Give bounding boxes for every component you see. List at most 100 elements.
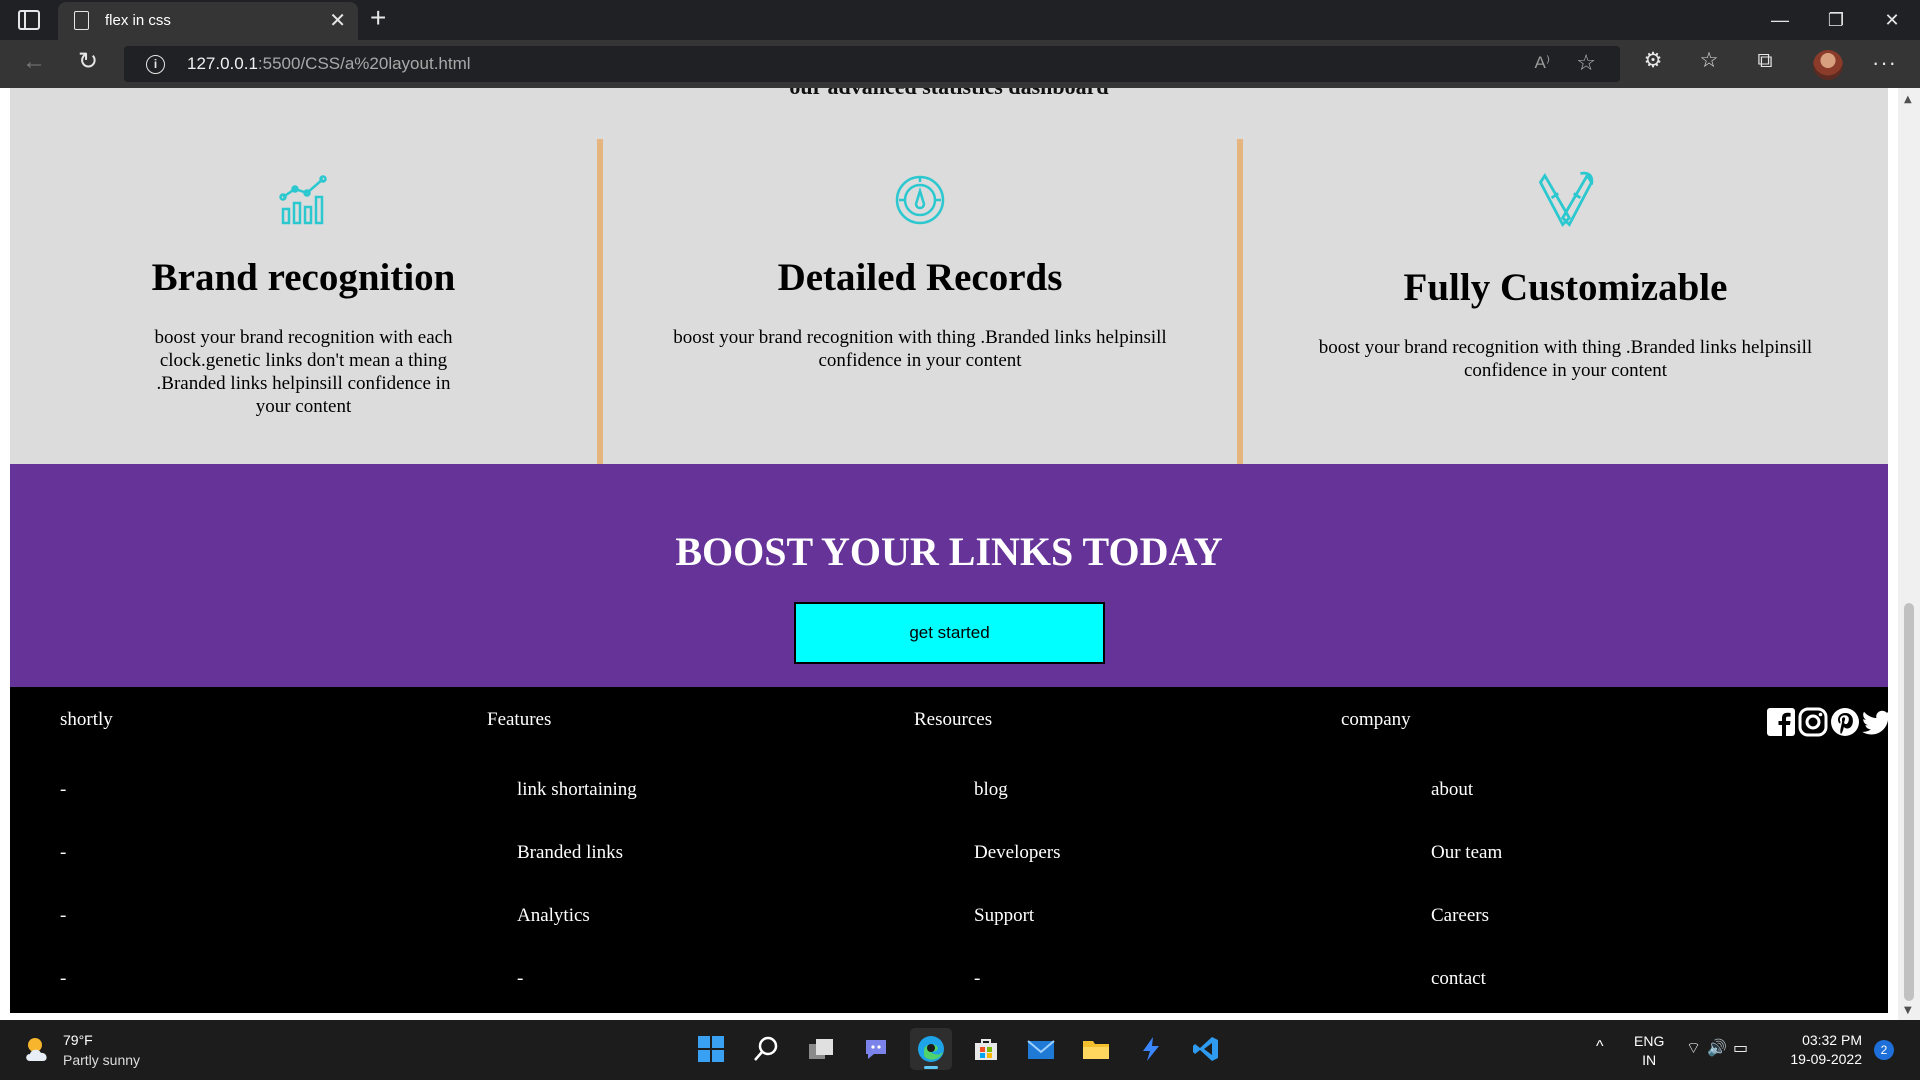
facebook-icon[interactable]: [1766, 707, 1796, 737]
store-icon: [975, 1039, 997, 1060]
chat-icon: [866, 1040, 886, 1059]
folder-icon: [1083, 1041, 1109, 1059]
window-controls: — ❐ ✕: [1752, 0, 1920, 40]
power-automate-button[interactable]: [1130, 1028, 1172, 1070]
collections-icon[interactable]: ⧉: [1752, 48, 1778, 73]
scroll-up-arrow-icon[interactable]: ▲: [1904, 94, 1912, 105]
tab-actions-icon[interactable]: [18, 10, 40, 30]
tab-title: flex in css: [105, 12, 171, 29]
taskbar-apps: [690, 1028, 1227, 1070]
footer-link[interactable]: -: [60, 842, 66, 864]
tab-close-button[interactable]: ✕: [329, 8, 346, 33]
footer-link[interactable]: -: [60, 905, 66, 927]
browser-tabbar: flex in css ✕ + — ❐ ✕: [0, 0, 1920, 40]
weather-description[interactable]: Partly sunny: [63, 1052, 140, 1068]
clock-time: 03:32 PM: [1802, 1032, 1862, 1048]
footer-heading-shortly[interactable]: shortly: [60, 709, 113, 731]
weather-temperature[interactable]: 79°F: [63, 1032, 93, 1048]
windows-icon: [698, 1036, 724, 1062]
partly-sunny-icon[interactable]: [22, 1034, 56, 1064]
footer-link[interactable]: Analytics: [517, 905, 590, 927]
profile-avatar[interactable]: [1813, 50, 1843, 80]
new-tab-button[interactable]: +: [370, 2, 386, 34]
task-view-button[interactable]: [800, 1028, 842, 1070]
footer-link[interactable]: Branded links: [517, 842, 623, 864]
footer-link[interactable]: -: [60, 779, 66, 801]
browser-tab[interactable]: flex in css ✕: [58, 2, 358, 40]
add-favorite-icon[interactable]: ☆: [1576, 51, 1596, 76]
instagram-icon[interactable]: [1798, 707, 1828, 737]
footer-heading-features[interactable]: Features: [487, 709, 551, 731]
teams-chat-button[interactable]: [855, 1028, 897, 1070]
footer-link[interactable]: -: [517, 968, 523, 990]
edge-browser-button[interactable]: [910, 1028, 952, 1070]
scroll-down-arrow-icon[interactable]: ▼: [1904, 1005, 1912, 1016]
read-aloud-icon[interactable]: A⁾: [1534, 53, 1550, 73]
mail-icon: [1027, 1040, 1055, 1059]
search-icon: [754, 1036, 778, 1061]
favorites-icon[interactable]: ☆: [1696, 48, 1722, 73]
back-icon[interactable]: ←: [22, 48, 46, 76]
pinterest-icon[interactable]: [1830, 707, 1860, 737]
vscode-icon: [1193, 1037, 1218, 1061]
footer-heading-resources[interactable]: Resources: [914, 709, 992, 731]
edge-icon: [918, 1036, 944, 1062]
page-scrollbar[interactable]: ▲ ▼: [1898, 88, 1920, 1020]
feature-title: Detailed Records: [777, 256, 1063, 299]
reload-icon[interactable]: ↻: [78, 47, 98, 75]
feature-card-fully-customizable: Fully Customizable boost your brand reco…: [1243, 139, 1888, 464]
extensions-icon[interactable]: ⚙: [1640, 48, 1666, 73]
site-info-icon[interactable]: i: [146, 55, 165, 74]
footer-link[interactable]: Support: [974, 905, 1034, 927]
social-links: [1766, 707, 1892, 737]
vscode-button[interactable]: [1185, 1028, 1227, 1070]
file-explorer-button[interactable]: [1075, 1028, 1117, 1070]
notification-badge[interactable]: 2: [1874, 1040, 1894, 1060]
section-subheading: our advanced statistics dashboard: [10, 88, 1888, 100]
footer-heading-company[interactable]: company: [1341, 709, 1411, 731]
footer-link[interactable]: blog: [974, 779, 1008, 801]
url-text[interactable]: 127.0.0.1:5500/CSS/a%20layout.html: [187, 54, 471, 74]
footer-link[interactable]: about: [1431, 779, 1473, 801]
system-clock[interactable]: 03:32 PM 19-09-2022: [1784, 1031, 1862, 1069]
task-view-icon: [809, 1039, 833, 1059]
pen-brush-icon: [1538, 171, 1593, 227]
page-icon: [74, 11, 89, 30]
os-taskbar: 79°F Partly sunny ^ ENG IN ⌔🔊▭ 03:32 PM …: [0, 1020, 1920, 1080]
close-window-button[interactable]: ✕: [1864, 0, 1920, 40]
toolbar-icons: ⚙ ☆ ⧉: [1640, 48, 1778, 73]
system-tray-icons[interactable]: ⌔🔊▭: [1686, 1038, 1754, 1058]
chevron-up-icon[interactable]: ^: [1596, 1038, 1604, 1056]
gauge-icon: [895, 175, 945, 225]
address-bar[interactable]: i 127.0.0.1:5500/CSS/a%20layout.html A⁾ …: [124, 46, 1620, 82]
boost-section: BOOST YOUR LINKS TODAY get started: [10, 464, 1888, 687]
start-button[interactable]: [690, 1028, 732, 1070]
feature-title: Fully Customizable: [1403, 266, 1728, 309]
footer-link[interactable]: Careers: [1431, 905, 1489, 927]
feature-text: boost your brand recognition with thing …: [1318, 337, 1813, 381]
get-started-button[interactable]: get started: [794, 602, 1105, 664]
twitter-icon[interactable]: [1862, 707, 1892, 737]
store-button[interactable]: [965, 1028, 1007, 1070]
search-button[interactable]: [745, 1028, 787, 1070]
footer-link[interactable]: Developers: [974, 842, 1061, 864]
footer-link[interactable]: -: [974, 968, 980, 990]
browser-toolbar: ← ↻ i 127.0.0.1:5500/CSS/a%20layout.html…: [0, 40, 1920, 88]
footer-link[interactable]: link shortaining: [517, 779, 637, 801]
feature-title: Brand recognition: [151, 256, 456, 299]
footer-link[interactable]: -: [60, 968, 66, 990]
feature-text: boost your brand recognition with each c…: [154, 327, 453, 417]
page-viewport: our advanced statistics dashboard Brand …: [0, 88, 1920, 1020]
footer-link[interactable]: contact: [1431, 968, 1486, 990]
settings-more-button[interactable]: ···: [1872, 50, 1897, 76]
boost-title: BOOST YOUR LINKS TODAY: [675, 529, 1223, 574]
language-indicator[interactable]: ENG IN: [1634, 1032, 1664, 1070]
minimize-button[interactable]: —: [1752, 0, 1808, 40]
feature-card-detailed-records: Detailed Records boost your brand recogn…: [597, 139, 1243, 464]
mail-button[interactable]: [1020, 1028, 1062, 1070]
footer-link[interactable]: Our team: [1431, 842, 1502, 864]
bar-chart-icon: [278, 175, 327, 225]
url-host: 127.0.0.1: [187, 54, 258, 73]
restore-button[interactable]: ❐: [1808, 0, 1864, 40]
scrollbar-thumb[interactable]: [1904, 603, 1914, 1001]
